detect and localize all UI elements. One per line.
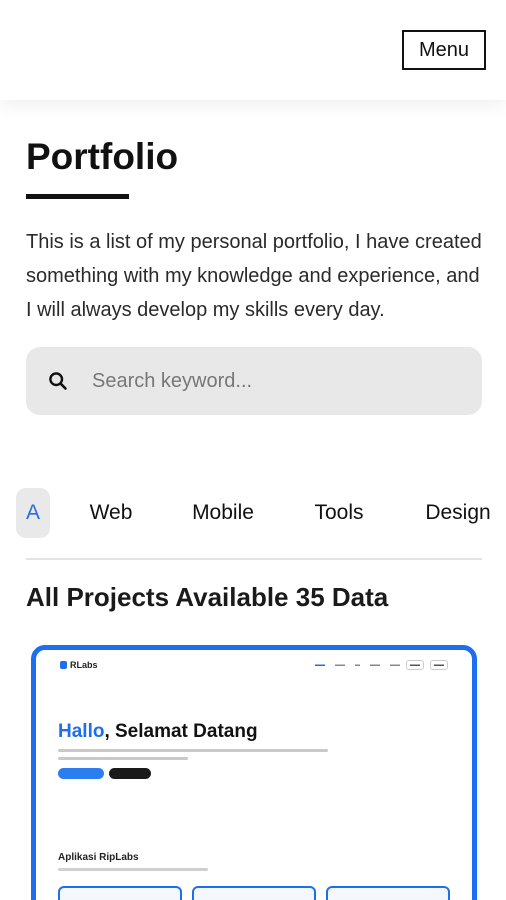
preview-hero-title: Hallo, Selamat Datang (58, 721, 258, 742)
preview-text-line (58, 749, 328, 752)
portfolio-description: This is a list of my personal portfolio,… (26, 231, 482, 321)
preview-nav-links: ▬▬ ▬▬ ▬ ▬▬ ▬▬ ▬▬ ▬▬ (305, 660, 448, 670)
search-box[interactable] (26, 347, 482, 415)
preview-nav-link: ▬▬ (335, 662, 345, 668)
preview-thumbnail (192, 886, 316, 900)
top-header: Menu (0, 0, 506, 100)
preview-primary-button (58, 768, 104, 779)
preview-logo-text: RLabs (70, 660, 98, 670)
tabs-divider (26, 558, 482, 560)
preview-logo-icon (60, 661, 67, 669)
search-input[interactable] (92, 369, 452, 393)
title-underline (26, 194, 129, 199)
preview-section-title: Aplikasi RipLabs (58, 852, 139, 863)
search-icon (48, 371, 68, 391)
preview-hero-buttons (58, 768, 458, 779)
tab-web[interactable]: Web (84, 488, 138, 538)
preview-text-line (58, 757, 188, 760)
category-tabs: A Web Mobile Tools Design (0, 488, 506, 540)
preview-secondary-button (109, 768, 151, 779)
tab-all[interactable]: A (16, 488, 50, 538)
preview-navbar: RLabs ▬▬ ▬▬ ▬ ▬▬ ▬▬ ▬▬ ▬▬ (36, 650, 472, 678)
preview-nav-chip: ▬▬ (406, 660, 424, 670)
projects-heading: All Projects Available 35 Data (26, 582, 389, 612)
preview-thumbnails (58, 886, 460, 900)
tab-tools[interactable]: Tools (308, 488, 370, 538)
preview-nav-link: ▬▬ (315, 662, 325, 668)
preview-thumbnail (326, 886, 450, 900)
preview-nav-link: ▬ (355, 662, 360, 668)
preview-section-subtitle (58, 868, 208, 871)
main-content: Portfolio This is a list of my personal … (26, 100, 482, 415)
preview-thumbnail (58, 886, 182, 900)
preview-nav-link: ▬▬ (370, 662, 380, 668)
menu-button[interactable]: Menu (402, 30, 486, 70)
preview-hero: Hallo, Selamat Datang (58, 720, 458, 779)
preview-nav-chip: ▬▬ (430, 660, 448, 670)
tab-mobile[interactable]: Mobile (184, 488, 262, 538)
preview-nav-link: ▬▬ (390, 662, 400, 668)
tab-design[interactable]: Design (418, 488, 498, 538)
project-card[interactable]: RLabs ▬▬ ▬▬ ▬ ▬▬ ▬▬ ▬▬ ▬▬ Hallo, Selamat… (31, 645, 477, 900)
preview-logo: RLabs (60, 660, 98, 670)
page-title: Portfolio (26, 136, 179, 177)
